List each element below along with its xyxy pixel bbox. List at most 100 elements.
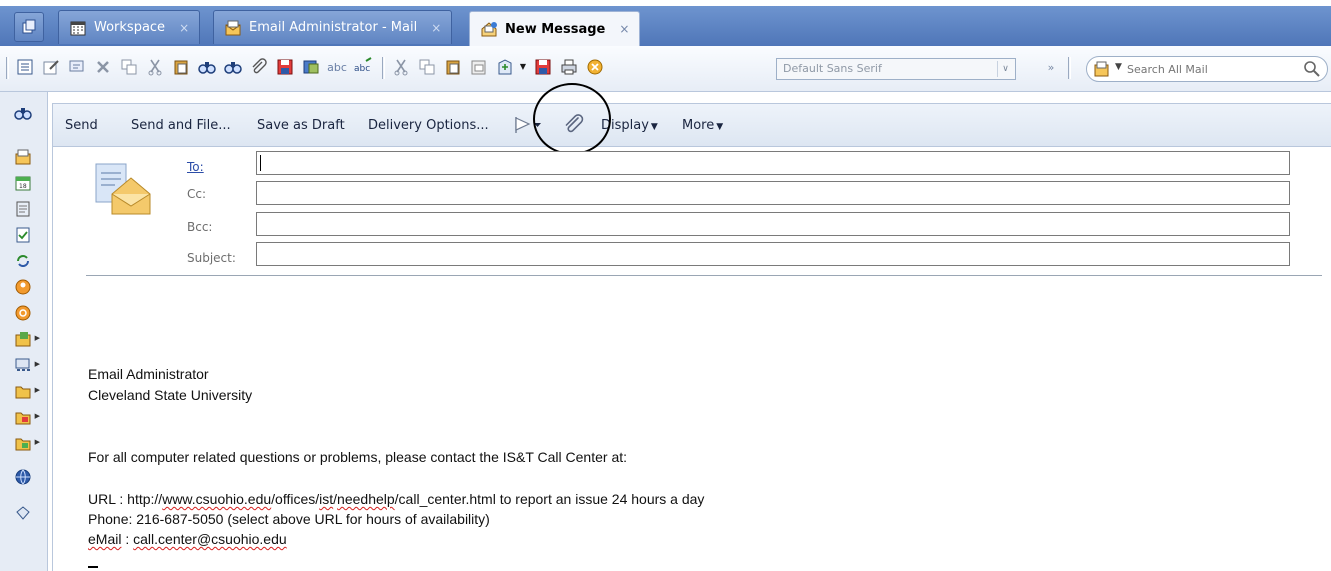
svg-text:18: 18 (19, 183, 27, 190)
toolbar-overflow-icon[interactable]: » (1040, 56, 1062, 78)
font-family-select[interactable]: Default Sans Serif ∨ (776, 58, 1016, 80)
header-divider (86, 275, 1322, 276)
delete-icon[interactable] (92, 56, 114, 78)
find-icon[interactable] (196, 56, 218, 78)
cc-field[interactable] (256, 181, 1290, 205)
bcc-label: Bcc: (187, 220, 213, 234)
close-tab-icon[interactable]: × (179, 21, 189, 35)
tab-email-administrator-mail[interactable]: Email Administrator - Mail × (213, 10, 453, 44)
signature-organization: Cleveland State University (88, 387, 253, 403)
url-ist: ist (319, 491, 334, 507)
tab-workspace[interactable]: Workspace × (58, 10, 201, 44)
bcc-field[interactable] (256, 212, 1290, 236)
notifications-icon[interactable] (12, 302, 34, 324)
paste-icon[interactable] (442, 56, 464, 78)
call-center-notice: For all computer related questions or pr… (88, 449, 628, 465)
to-label[interactable]: To: (187, 160, 204, 174)
close-tab-icon[interactable]: × (431, 21, 441, 35)
tab-bar: Workspace × Email Administrator - Mail ×… (0, 0, 1331, 46)
window-overview-button[interactable] (14, 12, 44, 42)
archive-folder-icon[interactable]: ▶ (12, 406, 40, 428)
mailbox-icon[interactable] (12, 146, 34, 168)
tab-label: New Message (505, 21, 606, 37)
spell-check-icon[interactable]: abc (326, 56, 348, 78)
cc-label: Cc: (187, 187, 207, 201)
caret-down-icon: ▼ (650, 122, 658, 132)
search-box[interactable]: ▼ (1086, 56, 1328, 82)
url-prefix: : http:// (115, 491, 163, 507)
cabinet-icon[interactable]: ▶ (12, 328, 40, 350)
more-menu[interactable]: More ▼ (682, 118, 723, 133)
paste-icon[interactable] (170, 56, 192, 78)
search-scope-icon[interactable] (1093, 60, 1111, 78)
address-book-icon[interactable] (14, 56, 36, 78)
calendar-grid-icon (70, 21, 86, 35)
url-rest: /call_center.html to report an issue 24 … (394, 491, 705, 507)
cancel-icon[interactable] (584, 56, 606, 78)
url-path: /offices/ (271, 491, 320, 507)
attach-icon[interactable] (248, 56, 270, 78)
highlight-circle (533, 83, 611, 155)
chat-icon[interactable] (12, 276, 34, 298)
folder-icon[interactable]: ▶ (12, 380, 40, 402)
search-input[interactable] (1127, 60, 1297, 78)
url-needhelp: needhelp (337, 491, 395, 507)
chevron-down-icon[interactable]: ∨ (997, 61, 1013, 77)
subject-field[interactable] (256, 242, 1290, 266)
junk-folder-icon[interactable]: ▶ (12, 432, 40, 454)
search-scope-dropdown-icon[interactable]: ▼ (1115, 62, 1122, 72)
new-item-icon[interactable] (494, 56, 516, 78)
new-mail-envelope-icon (95, 163, 151, 215)
main-toolbar: abc abc ▼ Default Sans Serif ∨ » ▼ (0, 46, 1331, 92)
tasks-icon[interactable] (12, 224, 34, 246)
send-and-file-button[interactable]: Send and File... (131, 118, 231, 133)
new-item-dropdown-icon[interactable]: ▼ (518, 56, 528, 78)
text-cursor (88, 566, 98, 568)
save-as-draft-button[interactable]: Save as Draft (257, 118, 345, 133)
compose-icon[interactable] (40, 56, 62, 78)
email-label: eMail (88, 531, 122, 547)
toolbar-divider (1068, 57, 1071, 79)
mailbox-icon (225, 20, 241, 35)
tab-new-message[interactable]: New Message × (469, 11, 641, 46)
trash-icon[interactable] (12, 502, 34, 524)
to-field[interactable] (256, 151, 1290, 175)
find-next-icon[interactable] (222, 56, 244, 78)
spell-dictionary-icon[interactable] (300, 56, 322, 78)
find-icon[interactable] (12, 102, 34, 124)
close-tab-icon[interactable]: × (619, 22, 629, 36)
caret-down-icon: ▼ (716, 122, 724, 132)
url-label: URL (88, 491, 116, 507)
calendar-icon[interactable]: 18 (12, 172, 34, 194)
spell-check-wand-icon[interactable]: abc (352, 56, 374, 78)
save-icon[interactable] (532, 56, 554, 78)
tab-label: Workspace (94, 20, 166, 35)
tab-label: Email Administrator - Mail (249, 20, 418, 35)
email-line: eMail : call.center@csuohio.edu (88, 531, 287, 547)
email-address: call.center@csuohio.edu (133, 531, 287, 547)
print-icon[interactable] (558, 56, 580, 78)
shared-folders-icon[interactable]: ▶ (12, 354, 40, 376)
font-family-value: Default Sans Serif (783, 62, 882, 75)
contacts-icon[interactable] (12, 198, 34, 220)
reply-icon[interactable] (66, 56, 88, 78)
cut-icon[interactable] (390, 56, 412, 78)
search-icon[interactable] (1303, 60, 1321, 82)
paste-special-icon[interactable] (468, 56, 490, 78)
copy-icon[interactable] (118, 56, 140, 78)
svg-text:abc: abc (354, 64, 370, 74)
toolbar-divider (6, 57, 9, 79)
globe-icon[interactable] (12, 466, 34, 488)
copy-icon[interactable] (416, 56, 438, 78)
new-message-icon (481, 22, 497, 37)
subject-label: Subject: (187, 251, 236, 265)
url-host: www.csuohio.edu (162, 491, 272, 507)
phone-line: Phone: 216-687-5050 (select above URL fo… (88, 511, 490, 527)
cut-icon[interactable] (144, 56, 166, 78)
window-overview-icon (22, 19, 36, 34)
sync-icon[interactable] (12, 250, 34, 272)
send-button[interactable]: Send (65, 118, 98, 133)
save-icon[interactable] (274, 56, 296, 78)
delivery-options-button[interactable]: Delivery Options... (368, 118, 489, 133)
url-line: URL : http://www.csuohio.edu/offices/ist… (88, 491, 704, 507)
